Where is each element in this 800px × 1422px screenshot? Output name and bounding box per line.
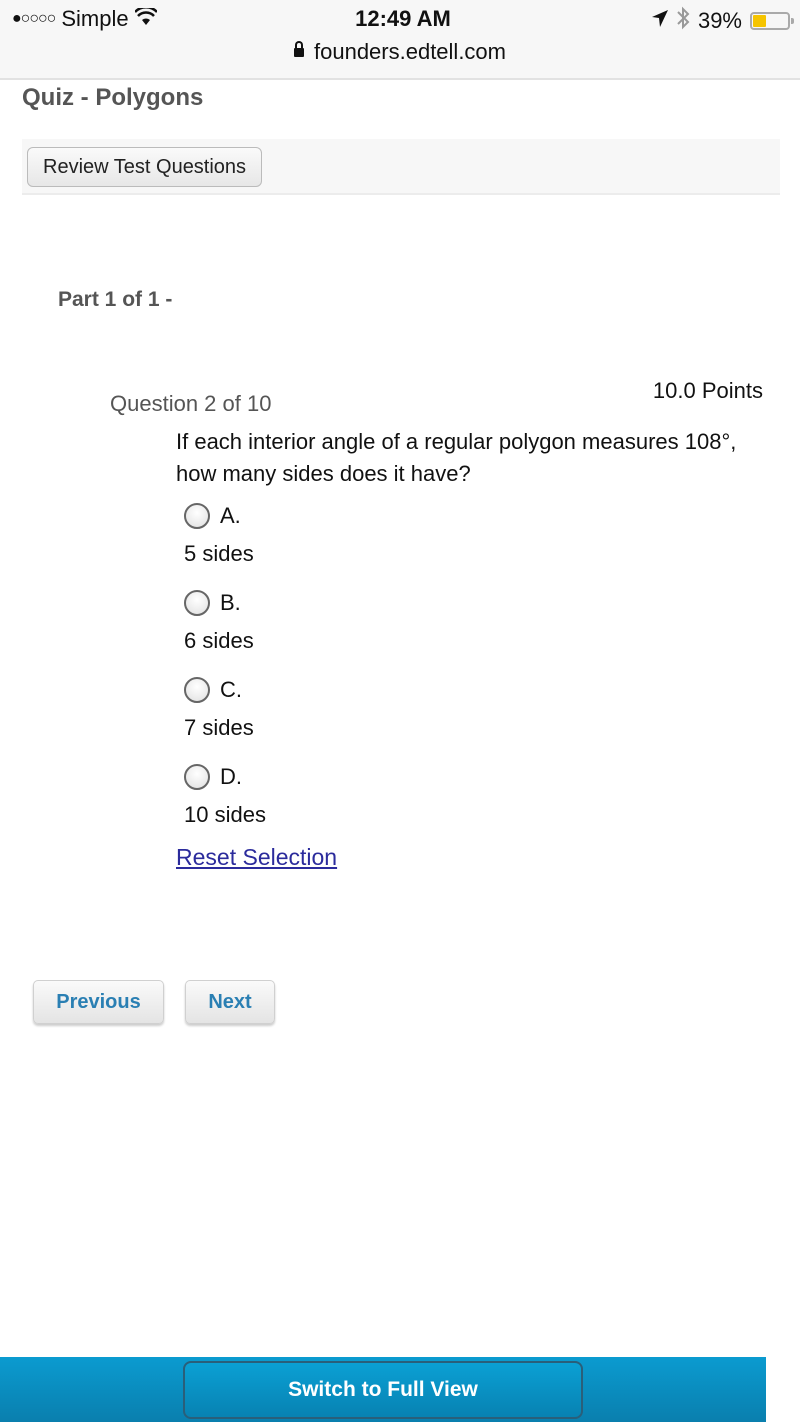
address-bar[interactable]: founders.edtell.com [0,39,800,65]
battery-icon [750,12,794,30]
option-text: 10 sides [184,802,266,827]
answer-option-b[interactable]: B. 6 sides [184,590,254,654]
option-letter: A. [220,503,241,528]
next-button[interactable]: Next [185,980,275,1024]
page-title: Quiz - Polygons [22,84,204,111]
previous-button[interactable]: Previous [33,980,164,1024]
footer-bar: Switch to Full View [0,1357,766,1422]
option-text: 5 sides [184,541,254,566]
status-indicators: 39% [651,6,794,36]
status-bar: ●○○○○ Simple 12:49 AM 39% founders.edtel… [0,0,800,80]
review-test-questions-button[interactable]: Review Test Questions [27,147,263,187]
switch-to-full-view-button[interactable]: Switch to Full View [183,1361,583,1419]
answer-option-a[interactable]: A. 5 sides [184,503,254,567]
radio-button[interactable] [184,677,210,703]
radio-button[interactable] [184,764,210,790]
bluetooth-icon [676,6,690,36]
option-letter: B. [220,590,241,615]
question-points: 10.0 Points [652,378,763,403]
option-letter: D. [220,764,242,789]
question-number: Question 2 of 10 [110,391,272,416]
battery-percent: 39% [697,8,742,33]
answer-option-c[interactable]: C. 7 sides [184,677,254,741]
lock-icon [294,40,304,57]
part-heading: Part 1 of 1 - [58,288,173,311]
location-arrow-icon [651,8,668,34]
answer-option-d[interactable]: D. 10 sides [184,764,266,828]
option-text: 7 sides [184,715,254,740]
question-text: If each interior angle of a regular poly… [176,429,737,486]
option-letter: C. [220,677,242,702]
radio-button[interactable] [184,590,210,616]
url-text: founders.edtell.com [314,39,506,64]
option-text: 6 sides [184,628,254,653]
radio-button[interactable] [184,503,210,529]
reset-selection-link[interactable]: Reset Selection [176,844,337,871]
toolbar: Review Test Questions [22,139,780,195]
